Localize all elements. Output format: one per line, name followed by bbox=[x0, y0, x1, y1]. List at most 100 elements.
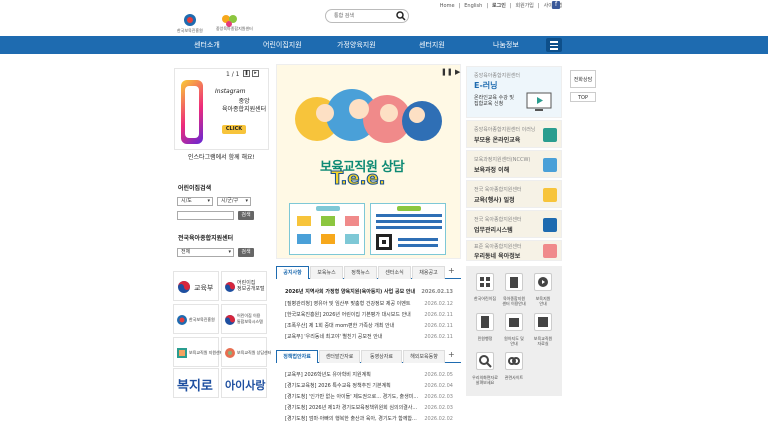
nav-daycare-support[interactable]: 어린이집지원 bbox=[263, 36, 302, 54]
notice-more-icon[interactable]: + bbox=[448, 266, 455, 275]
banner-staff-counsel[interactable]: 보육교직원 상담센터 bbox=[221, 337, 271, 367]
banner-info-portal[interactable]: 어린이집 정보공개포털 bbox=[221, 271, 267, 301]
staff-counsel-icon bbox=[225, 348, 235, 358]
tab-center-news[interactable]: 센터소식 bbox=[378, 266, 411, 279]
tab-video[interactable]: 동영상자료 bbox=[361, 350, 402, 363]
policy-date: 2026.02.05 bbox=[424, 372, 453, 378]
tab-recruit[interactable]: 채용공고 bbox=[412, 266, 445, 279]
notice-row[interactable]: [한국보육진흥원] 2026년 어린이집 기본평가 대시보드 안내 2026.02… bbox=[285, 311, 453, 319]
policy-more-icon[interactable]: + bbox=[448, 350, 455, 359]
calendar-icon bbox=[543, 188, 557, 202]
policy-title: [경기도청] 2026년 제1차 경기도보육정책위원회 심의의결사... bbox=[285, 405, 418, 411]
search-icon[interactable] bbox=[396, 11, 406, 21]
schedule-banner[interactable]: 전국 육아종합지원센터 교육(행사) 일정 bbox=[466, 180, 562, 208]
menu-bar-icon bbox=[550, 44, 558, 46]
quick-item-6[interactable] bbox=[534, 313, 552, 331]
english-link[interactable]: English bbox=[464, 3, 482, 9]
all-menu-button[interactable] bbox=[546, 38, 562, 52]
policy-row[interactable]: [경기도청] 엄마·아빠의 행복한 출산과 육아, 경기도가 함께합... 202… bbox=[285, 415, 453, 423]
banner-org: 중앙육아종합지원센터 이러닝 bbox=[474, 127, 536, 133]
poster-controls[interactable]: ❚❚ ▶ bbox=[441, 68, 460, 76]
policy-row[interactable]: [경기도청] '인가만 없는 아이들' 제도권으로... 경기도, 출생미...… bbox=[285, 393, 453, 401]
quick-label: 한국어린이집 bbox=[473, 296, 497, 301]
tab-policy-law[interactable]: 정책법안자료 bbox=[276, 350, 318, 363]
banner-moe[interactable]: 교육부 bbox=[173, 271, 219, 301]
banner-page-count: 1 / 1 bbox=[226, 71, 240, 78]
taegeuk-icon bbox=[225, 282, 235, 292]
policy-date: 2026.02.03 bbox=[424, 394, 453, 400]
policy-row[interactable]: [경기도교육청] 2026 특수교육 정책추진 기본계획 2026.02.04 bbox=[285, 382, 453, 390]
tab-center-publication[interactable]: 센터발간자료 bbox=[319, 350, 360, 363]
policy-date: 2026.02.02 bbox=[424, 416, 453, 422]
main-nav: 센터소개 어린이집지원 가정양육지원 센터지원 나눔정보 bbox=[0, 36, 768, 54]
play-icon[interactable]: ▸ bbox=[252, 70, 259, 77]
nav-center-support[interactable]: 센터지원 bbox=[419, 36, 445, 54]
menu-bar-icon bbox=[550, 48, 558, 50]
parent-online-banner[interactable]: 중앙육아종합지원센터 이러닝 부모용 온라인교육 bbox=[466, 120, 562, 148]
quick-item-7[interactable] bbox=[476, 352, 494, 370]
notice-row[interactable]: [질병관리청] 영유아 및 임산부 맞춤형 건강정보 제공 이벤트 2026.02… bbox=[285, 300, 453, 308]
banner-label: 한국보육진흥원 bbox=[189, 317, 215, 322]
top-button[interactable]: TOP bbox=[570, 92, 596, 102]
tab-overseas[interactable]: 해외보육동향 bbox=[403, 350, 445, 363]
home-link[interactable]: Home bbox=[440, 3, 455, 9]
notice-date: 2026.02.12 bbox=[424, 301, 453, 307]
poster-info-box-right bbox=[370, 203, 446, 255]
work-system-banner[interactable]: 전국 육아종합지원센터 업무관리시스템 bbox=[466, 210, 562, 238]
tab-notice[interactable]: 공지사항 bbox=[276, 266, 309, 279]
quick-item-2[interactable] bbox=[505, 273, 523, 291]
sigungu-select[interactable]: 시/군/구 bbox=[217, 197, 251, 206]
banner-label: 보육교직원 지원센터 bbox=[189, 350, 224, 355]
center-region-select[interactable]: 전체 bbox=[177, 248, 234, 257]
policy-row[interactable]: [경기도청] 2026년 제1차 경기도보육정책위원회 심의의결사... 2026… bbox=[285, 404, 453, 412]
notice-row[interactable]: [교육부] '우리동네 최고야' 별친기 공모전 안내 2026.02.11 bbox=[285, 333, 453, 341]
phone-consult-button[interactable]: 전화상담 bbox=[570, 70, 596, 88]
notice-row[interactable]: [조폭우산] 제 1회 중대 mom편한 가족상 개최 안내 2026.02.11 bbox=[285, 322, 453, 330]
elearning-banner[interactable]: 중앙육아종합지원센터 E-러닝 온라인교육 수강 및 집합교육 신청 bbox=[466, 66, 562, 118]
sido-select[interactable]: 시/도 bbox=[177, 197, 213, 206]
nav-sharing-info[interactable]: 나눔정보 bbox=[493, 36, 519, 54]
banner-staff-support[interactable]: 보육교직원 지원센터 bbox=[173, 337, 223, 367]
policy-row[interactable]: [교육부] 2026학년도 유아학비 지원계획 2026.02.05 bbox=[285, 371, 453, 379]
pause-icon[interactable]: ❚ bbox=[243, 70, 250, 77]
center-search-button[interactable]: 검색 bbox=[238, 248, 254, 257]
curriculum-banner[interactable]: 보육과정지원센터(NCCW) 보육과정 이해 bbox=[466, 150, 562, 178]
tab-policy-news[interactable]: 정책뉴스 bbox=[344, 266, 377, 279]
join-link[interactable]: 회원가입 bbox=[516, 2, 534, 9]
click-button[interactable]: CLICK bbox=[222, 125, 246, 134]
document-icon bbox=[481, 316, 489, 328]
banner-label: 교육부 bbox=[194, 284, 214, 292]
curriculum-icon bbox=[543, 158, 557, 172]
online-edu-icon bbox=[543, 128, 557, 142]
banner-integrated-system[interactable]: 어린이집 이용 통합보육시스템 bbox=[221, 304, 267, 334]
nav-center-intro[interactable]: 센터소개 bbox=[194, 36, 220, 54]
banner-bokjiro[interactable]: 복지로 bbox=[173, 368, 219, 398]
notice-row[interactable]: 2026년 지역사회 가정형 양육지원(육아둥지) 사업 공모 안내 2026.0… bbox=[285, 288, 453, 296]
policy-title: [교육부] 2026학년도 유아학비 지원계획 bbox=[285, 372, 371, 378]
monitor-icon bbox=[526, 92, 552, 111]
banner-label: 어린이집 이용 통합보육시스템 bbox=[237, 313, 263, 324]
login-link[interactable]: 로그인 bbox=[492, 2, 506, 9]
quick-item-3[interactable] bbox=[534, 273, 552, 291]
banner-kcpi[interactable]: 한국보육진흥원 bbox=[173, 304, 219, 334]
daycare-search-title: 어린이집검색 bbox=[178, 185, 212, 192]
banner-isarang[interactable]: 아이사랑 bbox=[221, 368, 267, 398]
daycare-search-button[interactable]: 검색 bbox=[238, 211, 254, 220]
quick-item-8[interactable] bbox=[505, 352, 523, 370]
quick-label: 보육교직원 자료실 bbox=[533, 336, 553, 346]
qr-code-icon bbox=[376, 214, 442, 250]
facebook-icon[interactable]: f bbox=[552, 1, 560, 9]
quick-item-5[interactable] bbox=[505, 313, 523, 331]
banner-label: 아이사랑 bbox=[225, 379, 266, 392]
tab-childcare-news[interactable]: 보육뉴스 bbox=[310, 266, 343, 279]
quick-item-1[interactable] bbox=[476, 273, 494, 291]
instagram-brand: Instagram bbox=[215, 88, 246, 95]
play-button-icon bbox=[538, 277, 548, 287]
daycare-name-input[interactable] bbox=[177, 211, 234, 220]
nav-home-parenting[interactable]: 가정양육지원 bbox=[337, 36, 376, 54]
local-info-banner[interactable]: 표준 육아종합지원센터 우리동네 육아정보 bbox=[466, 240, 562, 261]
poster-info-box-left bbox=[289, 203, 365, 255]
quick-item-4[interactable] bbox=[476, 313, 494, 331]
menu-bar-icon bbox=[550, 41, 558, 43]
box-header bbox=[316, 206, 340, 211]
